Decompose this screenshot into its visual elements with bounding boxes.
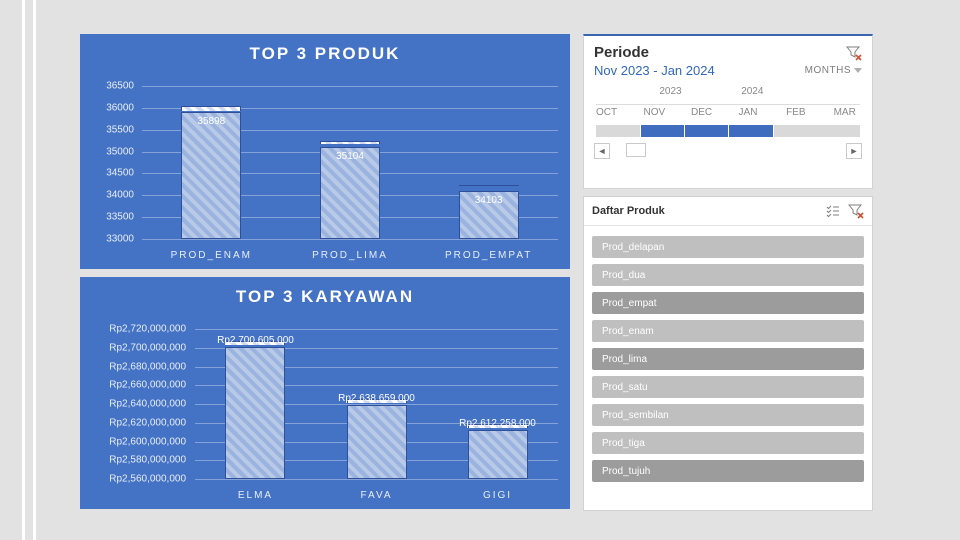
y-axis-tick: 34000: [106, 190, 134, 201]
year-label: 2024: [741, 86, 763, 97]
y-axis-tick: Rp2,560,000,000: [109, 474, 186, 485]
chart2-title: TOP 3 KARYAWAN: [80, 277, 570, 307]
month-label[interactable]: NOV: [644, 107, 666, 118]
product-slicer-item[interactable]: Prod_dua: [592, 264, 864, 286]
y-axis-tick: 35000: [106, 146, 134, 157]
y-axis-tick: Rp2,700,000,000: [109, 342, 186, 353]
product-slicer-item[interactable]: Prod_empat: [592, 292, 864, 314]
bar-prod_lima: 35104: [320, 147, 380, 239]
daftar-produk-slicer: Daftar Produk Prod_delapan Prod_dua Prod_e…: [583, 196, 873, 511]
y-axis-tick: Rp2,620,000,000: [109, 417, 186, 428]
y-axis-tick: 36500: [106, 81, 134, 92]
product-slicer-item[interactable]: Prod_sembilan: [592, 404, 864, 426]
bar-value-label: 35104: [321, 151, 379, 162]
bar-elma: Rp2,700,605,000: [225, 347, 285, 479]
y-axis-tick: 36000: [106, 102, 134, 113]
y-axis-tick: Rp2,580,000,000: [109, 455, 186, 466]
month-label[interactable]: DEC: [691, 107, 712, 118]
scrollbar-handle[interactable]: [626, 143, 646, 157]
bar-value-label: 34103: [460, 195, 518, 206]
timeline-selected-segment[interactable]: [728, 125, 774, 137]
x-axis-category: GIGI: [448, 490, 548, 501]
y-axis-tick: 34500: [106, 168, 134, 179]
multi-select-icon[interactable]: [826, 204, 840, 218]
top-karyawan-chart: TOP 3 KARYAWAN Rp2,560,000,000 Rp2,580,00…: [80, 277, 570, 509]
y-axis-tick: 33500: [106, 212, 134, 223]
month-label[interactable]: JAN: [739, 107, 758, 118]
bar-value-label: Rp2,700,605,000: [196, 335, 314, 346]
chart1-title: TOP 3 PRODUK: [80, 34, 570, 64]
product-slicer-item[interactable]: Prod_satu: [592, 376, 864, 398]
bar-prod_enam: 35898: [181, 112, 241, 239]
periode-title: Periode: [594, 44, 649, 61]
product-slicer-item[interactable]: Prod_delapan: [592, 236, 864, 258]
bar-value-label: Rp2,638,659,000: [318, 393, 436, 404]
x-axis-category: PROD_LIMA: [300, 250, 400, 261]
daftar-title: Daftar Produk: [592, 205, 665, 217]
bar-gigi: Rp2,612,258,000: [468, 430, 528, 479]
timeline-selected-segment[interactable]: [684, 125, 730, 137]
x-axis-category: ELMA: [206, 490, 306, 501]
y-axis-tick: 33000: [106, 234, 134, 245]
chevron-down-icon: [854, 68, 862, 73]
periode-timeline-slicer[interactable]: Periode Nov 2023 - Jan 2024 MONTHS 2023 2…: [583, 34, 873, 189]
bar-fava: Rp2,638,659,000: [347, 405, 407, 479]
clear-filter-icon[interactable]: [848, 203, 864, 219]
y-axis-tick: Rp2,600,000,000: [109, 436, 186, 447]
periode-granularity[interactable]: MONTHS: [805, 65, 862, 76]
y-axis-tick: Rp2,680,000,000: [109, 361, 186, 372]
bar-prod_empat: 34103: [459, 191, 519, 239]
x-axis-category: PROD_EMPAT: [439, 250, 539, 261]
x-axis-category: FAVA: [327, 490, 427, 501]
clear-filter-icon[interactable]: [846, 45, 862, 61]
periode-range: Nov 2023 - Jan 2024: [594, 63, 715, 78]
y-axis-tick: Rp2,640,000,000: [109, 399, 186, 410]
product-slicer-item[interactable]: Prod_tujuh: [592, 460, 864, 482]
y-axis-tick: Rp2,720,000,000: [109, 324, 186, 335]
timeline-selected-segment[interactable]: [640, 125, 686, 137]
top-produk-chart: TOP 3 PRODUK 33000 33500 34000 34500 35000 35…: [80, 34, 570, 269]
product-slicer-item[interactable]: Prod_tiga: [592, 432, 864, 454]
year-label: 2023: [659, 86, 681, 97]
bar-value-label: Rp2,612,258,000: [439, 418, 557, 429]
bar-value-label: 35898: [182, 116, 240, 127]
scroll-left-button[interactable]: ◄: [594, 143, 610, 159]
product-slicer-item[interactable]: Prod_lima: [592, 348, 864, 370]
y-axis-tick: 35500: [106, 124, 134, 135]
month-label[interactable]: OCT: [596, 107, 617, 118]
month-label[interactable]: MAR: [834, 107, 856, 118]
scroll-right-button[interactable]: ►: [846, 143, 862, 159]
month-label[interactable]: FEB: [786, 107, 805, 118]
x-axis-category: PROD_ENAM: [161, 250, 261, 261]
product-slicer-item[interactable]: Prod_enam: [592, 320, 864, 342]
y-axis-tick: Rp2,660,000,000: [109, 380, 186, 391]
